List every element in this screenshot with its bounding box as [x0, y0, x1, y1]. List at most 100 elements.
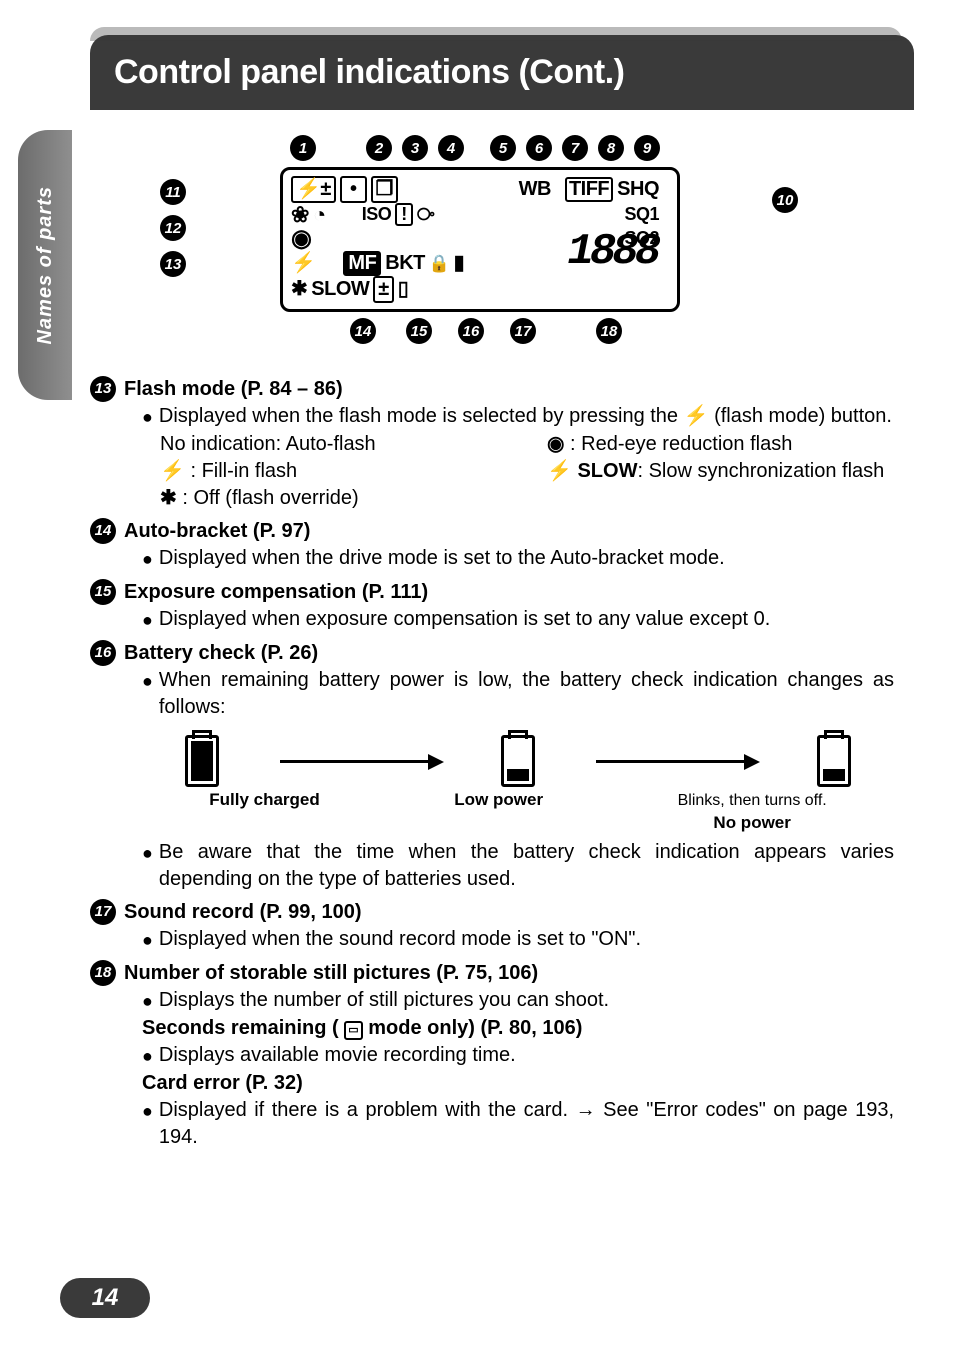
bkt-label: BKT: [385, 253, 425, 274]
item-18-head: 18 Number of storable still pictures (P.…: [90, 960, 894, 987]
timer-icon2: ◔: [313, 203, 326, 226]
item-15-line1: ● Displayed when exposure compensation i…: [142, 606, 894, 634]
item-13-title: Flash mode (P. 84 – 86): [124, 376, 343, 403]
item-17-head: 17 Sound record (P. 99, 100): [90, 899, 894, 926]
item-15-title: Exposure compensation (P. 111): [124, 579, 428, 606]
item-13-slow: SLOW: [577, 460, 637, 482]
header-bar: Control panel indications (Cont.): [90, 35, 914, 110]
item-18-title2b: mode only) (P. 80, 106): [368, 1017, 582, 1039]
page-number-badge: 14: [60, 1278, 150, 1318]
af-lock-icon: 🔒: [429, 255, 450, 273]
off-flash-icon: ✱: [291, 279, 307, 300]
battery-empty-icon: [817, 735, 851, 787]
sq1-label: SQ1: [624, 205, 659, 224]
battery-full-icon: [185, 735, 219, 787]
section-tab: Names of parts: [18, 130, 72, 400]
item-13-line1a: Displayed when the flash mode is selecte…: [159, 405, 684, 427]
battery-low-icon: [501, 735, 535, 787]
batt-label-full: Fully charged: [209, 789, 320, 835]
item-16-line2: ● Be aware that the time when the batter…: [142, 839, 894, 893]
item-18-num: 18: [90, 960, 116, 986]
movie-mode-icon: ▭: [344, 1021, 362, 1040]
callout-12: 12: [160, 215, 186, 241]
flash-off-icon: ✱: [160, 485, 177, 512]
item-18-title2a: Seconds remaining (: [142, 1017, 339, 1039]
callout-14: 14: [350, 318, 376, 344]
callout-8: 8: [598, 135, 624, 161]
callout-4: 4: [438, 135, 464, 161]
redeye-icon2: ◉: [291, 226, 311, 251]
arrow-right-icon: →: [576, 1097, 596, 1124]
seg7-digits: 1888: [567, 229, 657, 275]
item-18-line2: ● Displays available movie recording tim…: [142, 1042, 894, 1070]
page-number: 14: [92, 1284, 119, 1312]
callout-13: 13: [160, 251, 186, 277]
item-17-line1: ● Displayed when the sound record mode i…: [142, 926, 894, 954]
callout-17: 17: [510, 318, 536, 344]
item-18-title1: Number of storable still pictures (P. 75…: [124, 960, 538, 987]
callout-2: 2: [366, 135, 392, 161]
item-18-title3: Card error (P. 32): [142, 1070, 894, 1097]
slow-flash-icon: ⚡: [547, 458, 572, 485]
card-icon: ⧂: [417, 205, 435, 224]
callout-15: 15: [406, 318, 432, 344]
item-13-c2a: : Red-eye reduction flash: [570, 433, 792, 455]
item-13-c1a: No indication: Auto-flash: [160, 431, 507, 458]
callout-5: 5: [490, 135, 516, 161]
macro-icon: ❀: [291, 203, 309, 226]
batt-label-low: Low power: [454, 789, 543, 835]
callout-row-top: 1 2 3 4 5 6 7 8 9: [290, 135, 750, 161]
battery-diagram: [142, 735, 894, 787]
item-16-num: 16: [90, 640, 116, 666]
callout-row-bottom: 14 15 16 17 18: [350, 318, 750, 344]
callout-7: 7: [562, 135, 588, 161]
item-13-num: 13: [90, 376, 116, 402]
item-13-head: 13 Flash mode (P. 84 – 86): [90, 376, 894, 403]
spot-meter-icon: •: [340, 176, 367, 203]
flash-comp-icon: ⚡±: [291, 176, 336, 203]
iso-label: ISO: [362, 205, 392, 224]
lcd-diagram: 1 2 3 4 5 6 7 8 9 11 12 13 ⚡± • ❐ WB TIF…: [210, 135, 750, 344]
shq-label: SHQ: [617, 179, 659, 200]
callout-1: 1: [290, 135, 316, 161]
flash-icon2: ⚡: [291, 253, 315, 274]
item-15-num: 15: [90, 579, 116, 605]
redeye-icon: ◉: [547, 431, 564, 458]
battery-icon2: ▮: [454, 253, 465, 274]
item-14-title: Auto-bracket (P. 97): [124, 518, 310, 545]
fill-flash-icon: ⚡: [160, 458, 185, 485]
tiff-label: TIFF: [565, 177, 613, 202]
item-18-text3a: Displayed if there is a problem with the…: [159, 1099, 576, 1121]
item-17-num: 17: [90, 899, 116, 925]
exp-comp-icon: ±: [373, 276, 393, 303]
callout-11: 11: [160, 179, 186, 205]
body-content: 13 Flash mode (P. 84 – 86) ● Displayed w…: [90, 370, 894, 1151]
item-13-line1: ● Displayed when the flash mode is selec…: [142, 403, 894, 431]
item-16-text2: Be aware that the time when the battery …: [159, 839, 894, 893]
item-13-c1c: : Off (flash override): [182, 487, 358, 509]
item-14-text: Displayed when the drive mode is set to …: [159, 545, 725, 573]
item-17-title: Sound record (P. 99, 100): [124, 899, 362, 926]
item-18-text1: Displays the number of still pictures yo…: [159, 987, 609, 1015]
batt-label-none1: Blinks, then turns off.: [678, 792, 827, 809]
callout-6: 6: [526, 135, 552, 161]
arrow-icon: [280, 760, 440, 763]
item-18-line3: ● Displayed if there is a problem with t…: [142, 1097, 894, 1151]
callout-18: 18: [596, 318, 622, 344]
item-16-title: Battery check (P. 26): [124, 640, 318, 667]
batt-label-none2: No power: [713, 813, 790, 832]
callout-3: 3: [402, 135, 428, 161]
item-15-text: Displayed when exposure compensation is …: [159, 606, 770, 634]
wb-label: WB: [519, 179, 551, 200]
callout-16: 16: [458, 318, 484, 344]
item-17-text: Displayed when the sound record mode is …: [159, 926, 641, 954]
arrow-icon-2: [596, 760, 756, 763]
battery-labels: Fully charged Low power Blinks, then tur…: [142, 789, 894, 839]
mic-icon: ▯: [398, 279, 409, 300]
lcd-panel: ⚡± • ❐ WB TIFF SHQ ❀ ◔ ISO ! ⧂ SQ1 ◉: [280, 167, 680, 312]
callout-10: 10: [772, 187, 798, 213]
item-18-line1: ● Displays the number of still pictures …: [142, 987, 894, 1015]
item-14-head: 14 Auto-bracket (P. 97): [90, 518, 894, 545]
item-15-head: 15 Exposure compensation (P. 111): [90, 579, 894, 606]
slow-label: SLOW: [311, 279, 369, 300]
